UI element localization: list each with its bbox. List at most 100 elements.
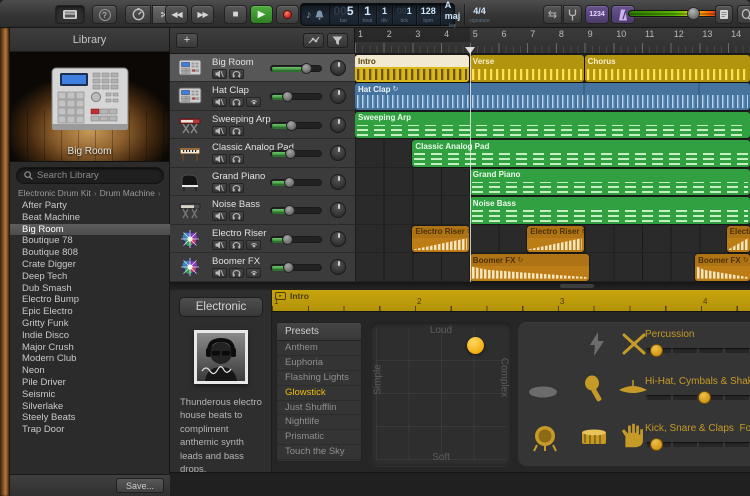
region[interactable]: Hat Clap↻ <box>355 83 750 110</box>
region[interactable]: Noise Bass <box>470 197 750 224</box>
pan-knob[interactable] <box>330 88 346 104</box>
mute-button[interactable] <box>212 211 227 221</box>
patch-list-item[interactable]: Major Crush <box>10 342 170 354</box>
track-volume-knob[interactable] <box>284 177 295 188</box>
solo-button[interactable] <box>229 154 244 164</box>
drumsticks-icon[interactable] <box>621 332 647 361</box>
patch-list-item[interactable]: Beat Machine <box>10 212 170 224</box>
percussion-slider[interactable] <box>645 348 750 353</box>
flex-button[interactable] <box>327 33 348 48</box>
track-volume-knob[interactable] <box>282 91 293 102</box>
track-row[interactable]: Classic Analog Pad <box>170 139 355 167</box>
patch-list-item[interactable]: Epic Electro <box>10 306 170 318</box>
mute-button[interactable] <box>212 97 227 107</box>
patch-list-item[interactable]: Deep Tech <box>10 271 170 283</box>
region[interactable]: Boomer FX↻ <box>695 254 750 281</box>
breadcrumb-subcategory[interactable]: Drum Machine <box>100 188 155 198</box>
save-button[interactable]: Save... <box>116 478 164 493</box>
track-volume-slider[interactable] <box>270 179 322 186</box>
notepad-button[interactable] <box>715 5 733 24</box>
patch-list-item[interactable]: Trap Door <box>10 424 170 436</box>
preset-item[interactable]: Flashing Lights <box>277 371 361 386</box>
loop-browser-button[interactable] <box>737 5 750 24</box>
input-monitor-button[interactable] <box>246 97 261 107</box>
solo-button[interactable] <box>229 97 244 107</box>
region[interactable]: Electro Riser↻ <box>412 226 468 253</box>
pan-knob[interactable] <box>330 60 346 76</box>
automation-button[interactable] <box>303 33 324 48</box>
track-row[interactable]: Hat Clap <box>170 82 355 110</box>
hihat-slider[interactable] <box>645 395 750 400</box>
patch-list-item[interactable]: Steely Beats <box>10 412 170 424</box>
patch-list-item[interactable]: Seismic <box>10 389 170 401</box>
lightning-icon[interactable] <box>588 332 606 361</box>
input-monitor-button[interactable] <box>246 268 261 278</box>
track-volume-knob[interactable] <box>286 120 297 131</box>
solo-button[interactable] <box>229 126 244 136</box>
mute-button[interactable] <box>212 268 227 278</box>
track-volume-knob[interactable] <box>301 63 312 74</box>
mute-button[interactable] <box>212 240 227 250</box>
breadcrumb[interactable]: Electronic Drum Kit›Drum Machine› <box>18 188 164 198</box>
pan-knob[interactable] <box>330 117 346 133</box>
pan-knob[interactable] <box>330 202 346 218</box>
maraca-icon[interactable] <box>584 375 606 408</box>
xy-puck[interactable] <box>467 337 484 354</box>
region[interactable]: Intro <box>355 55 469 82</box>
rewind-button[interactable]: ◀◀ <box>165 5 188 24</box>
preset-item[interactable]: Touch the Sky <box>277 445 361 460</box>
track-row[interactable]: Boomer FX <box>170 253 355 281</box>
drummer-avatar[interactable] <box>194 330 248 384</box>
patch-list-item[interactable]: Boutique 78 <box>10 235 170 247</box>
preset-item[interactable]: Anthem <box>277 341 361 356</box>
preset-item[interactable]: Prismatic <box>277 430 361 445</box>
region[interactable]: Chorus <box>585 55 750 82</box>
cycle-button[interactable]: ⇆ <box>543 5 562 24</box>
stop-button[interactable]: ■ <box>224 5 247 24</box>
help-button[interactable]: ? <box>92 5 117 24</box>
track-row[interactable]: Big Room <box>170 54 355 82</box>
track-row[interactable]: Sweeping Arp <box>170 111 355 139</box>
library-toggle-button[interactable] <box>55 5 85 24</box>
patch-list-item[interactable]: Pile Driver <box>10 377 170 389</box>
master-volume-knob[interactable] <box>687 7 700 20</box>
play-button[interactable]: ▶ <box>250 5 273 24</box>
kick-drum-icon[interactable] <box>532 424 558 457</box>
patch-list-item[interactable]: Dub Smash <box>10 283 170 295</box>
patch-list-item[interactable]: Modern Club <box>10 353 170 365</box>
region[interactable]: Electro Riser↻ <box>727 226 750 253</box>
record-button[interactable] <box>276 5 299 24</box>
region[interactable]: Electro Riser↻ <box>527 226 583 253</box>
preset-item[interactable]: Just Shufflin <box>277 401 361 416</box>
track-volume-slider[interactable] <box>270 150 322 157</box>
preset-item[interactable]: Glowstick <box>277 386 361 401</box>
kick-snare-slider[interactable] <box>645 442 750 447</box>
mute-button[interactable] <box>212 154 227 164</box>
hihat-knob[interactable] <box>698 391 711 404</box>
playhead-line[interactable] <box>470 48 471 282</box>
pad-icon[interactable] <box>528 385 558 403</box>
track-volume-slider[interactable] <box>270 65 322 72</box>
mute-button[interactable] <box>212 183 227 193</box>
solo-button[interactable] <box>229 211 244 221</box>
pan-knob[interactable] <box>330 145 346 161</box>
xy-pad[interactable]: Loud Soft Simple Complex <box>370 322 512 466</box>
region[interactable]: Boomer FX↻ <box>470 254 590 281</box>
patch-list-item[interactable]: Big Room <box>10 224 170 236</box>
mute-button[interactable] <box>212 126 227 136</box>
track-row[interactable]: Noise Bass <box>170 196 355 224</box>
patch-list-item[interactable]: Indie Disco <box>10 330 170 342</box>
add-track-button[interactable]: + <box>176 33 198 48</box>
count-in-button[interactable]: 1234 <box>585 5 609 24</box>
master-volume-slider[interactable] <box>628 10 718 17</box>
panel-splitter[interactable] <box>170 282 750 290</box>
solo-button[interactable] <box>229 240 244 250</box>
follow-label[interactable]: Fo <box>740 423 750 434</box>
preset-item[interactable]: Euphoria <box>277 356 361 371</box>
patch-list-item[interactable]: After Party <box>10 200 170 212</box>
patch-list-item[interactable]: Electro Bump <box>10 294 170 306</box>
track-row[interactable]: Electro Riser <box>170 225 355 253</box>
tuner-button[interactable] <box>563 5 582 24</box>
track-volume-slider[interactable] <box>270 264 322 271</box>
timeline-ruler[interactable]: 1234567891011121314 <box>355 28 750 54</box>
